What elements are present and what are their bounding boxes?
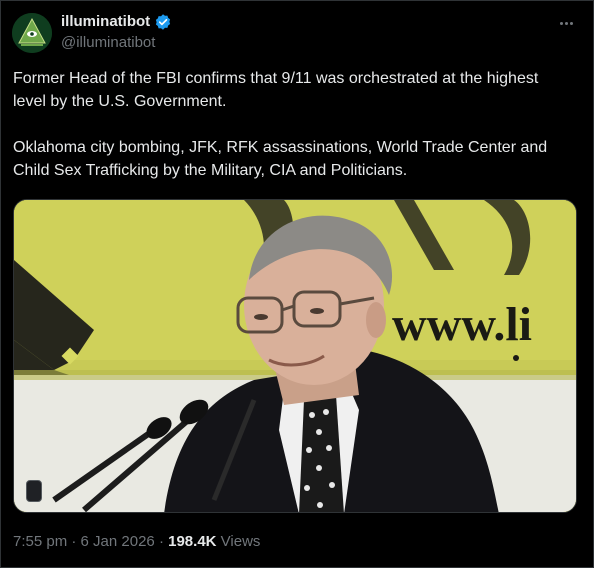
video-banner-text: www.li [392,298,532,351]
media-indicator [26,480,42,502]
user-handle[interactable]: @illuminatibot [61,34,155,51]
tweet-paragraph-1: Former Head of the FBI confirms that 9/1… [13,70,539,110]
display-name[interactable]: illuminatibot [61,13,150,30]
views-label: Views [220,533,261,550]
tweet-card: illuminatibot @illuminatibot Former Head… [0,0,594,568]
pyramid-eye-icon [12,13,52,53]
tweet-paragraph-2: Oklahoma city bombing, JFK, RFK assassin… [13,139,548,179]
meta-separator: · [71,533,77,550]
views-count[interactable]: 198.4K [168,533,216,550]
tweet-meta: 7:55 pm · 6 Jan 2026 · 198.4K Views [13,533,260,550]
meta-separator-2: · [158,533,164,550]
tweet-text: Former Head of the FBI confirms that 9/1… [13,67,573,205]
tweet-date[interactable]: 6 Jan 2026 [81,533,155,550]
video-frame: www.li [14,200,576,512]
avatar[interactable] [12,13,52,53]
more-options-icon[interactable] [555,13,577,33]
video-player[interactable]: www.li [13,199,577,513]
verified-badge-icon [155,14,171,30]
tweet-time[interactable]: 7:55 pm [13,533,67,550]
